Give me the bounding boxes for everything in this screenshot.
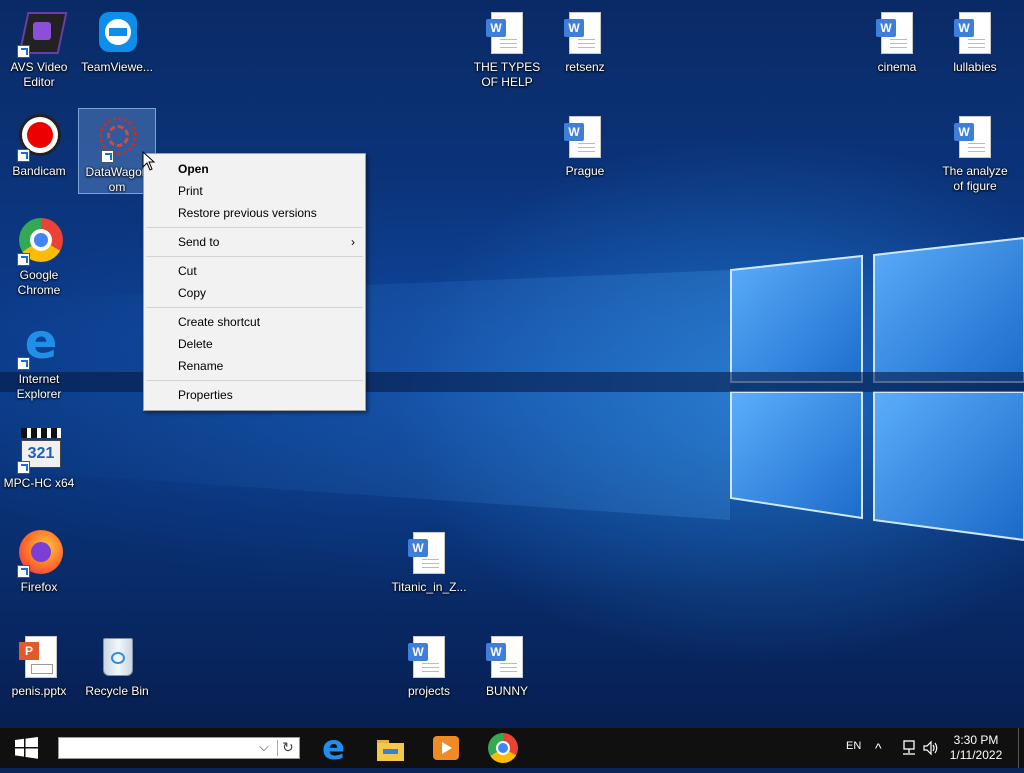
menu-item-send-to-label: Send to xyxy=(178,235,220,249)
menu-item-delete[interactable]: Delete xyxy=(144,333,365,355)
word-document-icon: W xyxy=(405,530,453,578)
menu-item-print[interactable]: Print xyxy=(144,180,365,202)
start-button[interactable] xyxy=(0,728,52,768)
word-document-icon: W xyxy=(561,10,609,58)
word-document-icon: W xyxy=(405,634,453,682)
network-icon[interactable] xyxy=(900,740,918,756)
menu-separator xyxy=(146,227,363,228)
desktop-icon-word-bunny[interactable]: W BUNNY xyxy=(468,628,546,724)
avs-video-editor-icon xyxy=(15,10,68,58)
windows-logo-icon xyxy=(15,737,38,759)
firefox-icon xyxy=(15,530,63,578)
internet-explorer-icon: e xyxy=(15,316,63,370)
show-hidden-icons-icon[interactable]: ^ xyxy=(875,740,882,756)
taskbar-media-player-button[interactable] xyxy=(430,732,462,764)
teamviewer-icon xyxy=(93,10,141,58)
desktop-icon-word-prague[interactable]: W Prague xyxy=(546,108,624,204)
desktop-icon-internet-explorer[interactable]: e Internet Explorer xyxy=(0,316,78,412)
menu-item-open[interactable]: Open xyxy=(144,158,365,180)
desktop-icon-word-lullabies[interactable]: W lullabies xyxy=(936,4,1014,100)
menu-item-properties[interactable]: Properties xyxy=(144,384,365,406)
menu-item-rename[interactable]: Rename xyxy=(144,355,365,377)
word-document-icon: W xyxy=(873,10,921,58)
word-document-icon: W xyxy=(483,634,531,682)
menu-item-send-to[interactable]: Send to › xyxy=(144,231,365,253)
word-document-icon: W xyxy=(561,114,609,162)
taskbar-edge-button[interactable]: e xyxy=(320,728,352,768)
datawagon-icon xyxy=(93,115,141,163)
menu-separator xyxy=(146,256,363,257)
clock-time: 3:30 PM xyxy=(953,733,999,747)
menu-item-cut[interactable]: Cut xyxy=(144,260,365,282)
language-indicator[interactable]: EN xyxy=(846,740,861,752)
desktop-icon-google-chrome[interactable]: Google Chrome xyxy=(0,212,78,308)
desktop-icon-teamviewer[interactable]: TeamViewe... xyxy=(78,4,156,100)
chevron-down-icon[interactable]: ⌵ xyxy=(259,739,269,755)
taskbar: ⌵ ↻ e EN ^ 3:30 PM 1/11/2022 xyxy=(0,728,1024,768)
context-menu: Open Print Restore previous versions Sen… xyxy=(143,153,366,411)
bandicam-icon xyxy=(15,114,63,162)
desktop-icon-firefox[interactable]: Firefox xyxy=(0,524,78,620)
word-document-icon: W xyxy=(483,10,531,58)
desktop-icon-recycle-bin[interactable]: Recycle Bin xyxy=(78,628,156,724)
chevron-right-icon: › xyxy=(351,235,355,249)
desktop-icon-pptx[interactable]: P penis.pptx xyxy=(0,628,78,724)
menu-item-copy[interactable]: Copy xyxy=(144,282,365,304)
desktop-icon-word-cinema[interactable]: W cinema xyxy=(858,4,936,100)
taskbar-file-explorer-button[interactable] xyxy=(374,732,406,764)
desktop-icon-word-the-types-of-help[interactable]: W THE TYPES OF HELP xyxy=(468,4,546,100)
mouse-cursor-icon xyxy=(142,151,156,171)
recycle-bin-icon xyxy=(93,634,141,682)
clock-date: 1/11/2022 xyxy=(949,748,1003,762)
desktop-icon-word-the-analyze-of-figure[interactable]: W The analyze of figure xyxy=(936,108,1014,204)
chrome-icon xyxy=(15,218,63,266)
desktop-icon-avs-video-editor[interactable]: AVS Video Editor xyxy=(0,4,78,100)
menu-separator xyxy=(146,307,363,308)
menu-separator xyxy=(146,380,363,381)
desktop-icon-word-projects[interactable]: W projects xyxy=(390,628,468,724)
desktop-icon-bandicam[interactable]: Bandicam xyxy=(0,108,78,204)
search-input[interactable]: ⌵ ↻ xyxy=(58,737,300,759)
desktop-icon-mpc-hc[interactable]: 321 MPC-HC x64 xyxy=(0,420,78,516)
desktop-icon-word-titanic[interactable]: W Titanic_in_Z... xyxy=(390,524,468,620)
edge-icon: e xyxy=(322,728,346,768)
menu-item-create-shortcut[interactable]: Create shortcut xyxy=(144,311,365,333)
volume-icon[interactable] xyxy=(922,740,940,756)
desktop-icon-word-retsenz[interactable]: W retsenz xyxy=(546,4,624,100)
clock[interactable]: 3:30 PM 1/11/2022 xyxy=(946,733,1006,763)
powerpoint-file-icon: P xyxy=(15,634,63,682)
word-document-icon: W xyxy=(951,114,999,162)
menu-item-restore-previous-versions[interactable]: Restore previous versions xyxy=(144,202,365,224)
mpc-hc-icon: 321 xyxy=(15,426,63,474)
taskbar-chrome-button[interactable] xyxy=(487,732,519,764)
show-desktop-button[interactable] xyxy=(1018,728,1024,768)
refresh-icon[interactable]: ↻ xyxy=(282,739,294,756)
word-document-icon: W xyxy=(951,10,999,58)
